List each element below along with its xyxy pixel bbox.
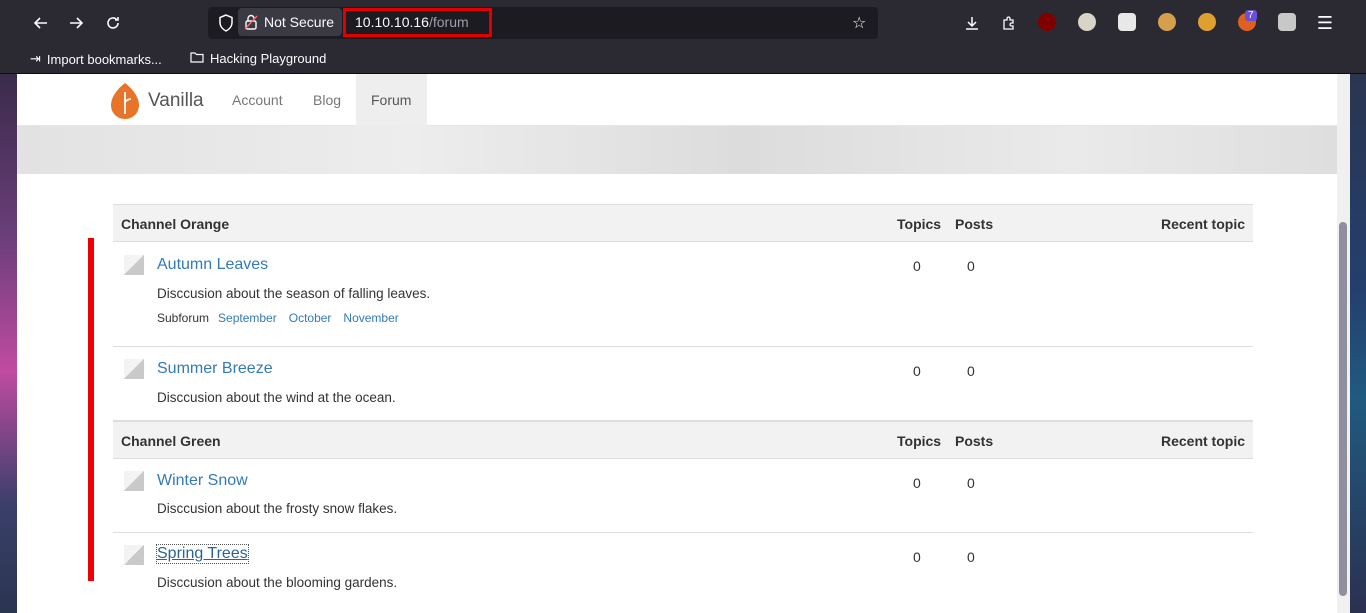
forum-description: Disccusion about the frosty snow flakes. bbox=[157, 501, 398, 516]
qr-code-icon[interactable] bbox=[1118, 13, 1136, 31]
forum-status-icon bbox=[124, 471, 144, 491]
category-header: Channel Orange Topics Posts Recent topic bbox=[113, 204, 1253, 242]
bookmark-label: Hacking Playground bbox=[210, 51, 327, 66]
folder-icon bbox=[190, 51, 204, 66]
forum-row: Autumn Leaves Disccusion about the seaso… bbox=[113, 242, 1253, 347]
category-name: Channel Orange bbox=[121, 216, 230, 232]
site-logo-text[interactable]: Vanilla bbox=[148, 90, 204, 112]
forum-status-icon bbox=[124, 545, 144, 565]
posts-count: 0 bbox=[967, 363, 975, 379]
hamburger-menu-icon[interactable]: ☰ bbox=[1311, 9, 1339, 37]
desktop-background-right bbox=[1350, 74, 1366, 613]
cookie-icon[interactable] bbox=[1158, 13, 1176, 31]
annotation-red-bar bbox=[88, 238, 94, 581]
forum-description: Disccusion about the wind at the ocean. bbox=[157, 390, 396, 405]
extension-glasses-icon[interactable] bbox=[1078, 13, 1096, 31]
recent-topic-column-header: Recent topic bbox=[1160, 433, 1245, 449]
subforum-link-november[interactable]: November bbox=[343, 311, 398, 325]
nav-account[interactable]: Account bbox=[217, 74, 298, 126]
hacking-playground-folder[interactable]: Hacking Playground bbox=[190, 51, 326, 66]
downloads-icon[interactable] bbox=[958, 9, 986, 37]
category-header: Channel Green Topics Posts Recent topic bbox=[113, 421, 1253, 459]
vanilla-leaf-logo-icon[interactable] bbox=[110, 82, 140, 120]
forum-description: Disccusion about the season of falling l… bbox=[157, 286, 431, 301]
topics-count: 0 bbox=[913, 258, 921, 274]
not-secure-label: Not Secure bbox=[264, 14, 335, 30]
topics-count: 0 bbox=[913, 363, 921, 379]
subforum-link-october[interactable]: October bbox=[289, 311, 332, 325]
forum-status-icon bbox=[124, 255, 144, 275]
tracking-shield-icon[interactable] bbox=[218, 14, 234, 32]
topics-column-header: Topics bbox=[897, 216, 942, 232]
forum-row: Spring Trees Disccusion about the bloomi… bbox=[113, 533, 1253, 613]
page-banner bbox=[17, 126, 1337, 174]
forum-status-icon bbox=[124, 359, 144, 379]
forum-row: Summer Breeze Disccusion about the wind … bbox=[113, 347, 1253, 421]
forward-arrow-icon[interactable] bbox=[62, 9, 90, 37]
forum-title-link[interactable]: Winter Snow bbox=[157, 472, 248, 490]
browser-toolbar: Not Secure 10.10.10.16/forum ☆ 7 ☰ bbox=[0, 0, 1366, 46]
nav-blog[interactable]: Blog bbox=[298, 74, 356, 126]
topics-count: 0 bbox=[913, 549, 921, 565]
cookie-editor-icon[interactable] bbox=[1198, 13, 1216, 31]
forum-row: Winter Snow Disccusion about the frosty … bbox=[113, 459, 1253, 533]
extension-box-icon[interactable] bbox=[1278, 13, 1296, 31]
subforum-list: Subforum September October November bbox=[157, 311, 399, 325]
topics-count: 0 bbox=[913, 475, 921, 491]
scrollbar-thumb[interactable] bbox=[1339, 222, 1347, 596]
unlocked-padlock-icon bbox=[244, 14, 258, 30]
not-secure-indicator[interactable]: Not Secure bbox=[238, 8, 342, 36]
bookmark-star-icon[interactable]: ☆ bbox=[852, 13, 866, 33]
url-highlight-box bbox=[343, 8, 492, 37]
extension-badge: 7 bbox=[1245, 10, 1257, 21]
reload-icon[interactable] bbox=[99, 9, 127, 37]
nav-forum[interactable]: Forum bbox=[356, 74, 427, 126]
desktop-background-left bbox=[0, 74, 17, 613]
posts-count: 0 bbox=[967, 475, 975, 491]
posts-count: 0 bbox=[967, 258, 975, 274]
extensions-puzzle-icon[interactable] bbox=[995, 9, 1023, 37]
site-navbar: Vanilla Account Blog Forum bbox=[17, 74, 1337, 126]
import-bookmarks-link[interactable]: ⇥ Import bookmarks... bbox=[30, 51, 162, 67]
category-name: Channel Green bbox=[121, 433, 221, 449]
bookmark-label: Import bookmarks... bbox=[46, 51, 162, 67]
forum-title-link[interactable]: Summer Breeze bbox=[157, 360, 273, 378]
forum-title-link[interactable]: Autumn Leaves bbox=[157, 256, 268, 274]
recent-topic-column-header: Recent topic bbox=[1160, 216, 1245, 232]
forum-title-link[interactable]: Spring Trees bbox=[156, 544, 249, 564]
posts-column-header: Posts bbox=[955, 216, 994, 232]
forum-description: Disccusion about the blooming gardens. bbox=[157, 575, 398, 590]
import-icon: ⇥ bbox=[30, 51, 41, 66]
subforum-label: Subforum bbox=[157, 311, 210, 325]
topics-column-header: Topics bbox=[897, 433, 942, 449]
ublock-origin-icon[interactable] bbox=[1038, 13, 1056, 31]
posts-count: 0 bbox=[967, 549, 975, 565]
posts-column-header: Posts bbox=[955, 433, 994, 449]
back-arrow-icon[interactable] bbox=[27, 9, 55, 37]
subforum-link-september[interactable]: September bbox=[218, 311, 277, 325]
web-page: Vanilla Account Blog Forum Channel Orang… bbox=[17, 74, 1337, 613]
